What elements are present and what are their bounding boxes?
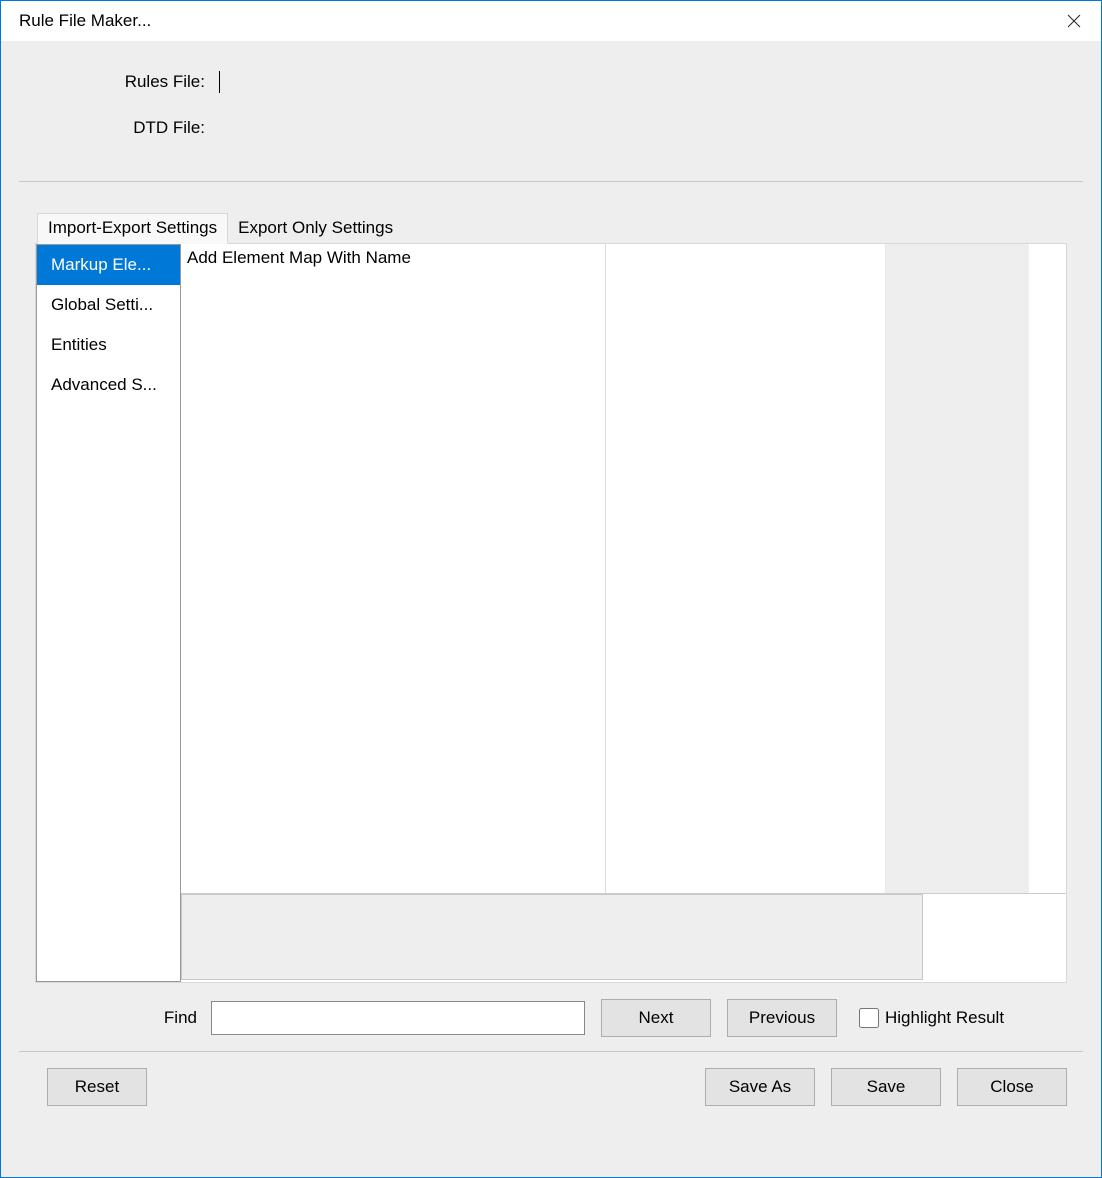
main-panel: Markup Ele... Global Setti... Entities A… xyxy=(35,243,1067,983)
find-previous-button[interactable]: Previous xyxy=(727,999,837,1037)
header-fields: Rules File: DTD File: xyxy=(1,41,1101,181)
client-area: Rules File: DTD File: Import-Export Sett… xyxy=(1,41,1101,1177)
window-title: Rule File Maker... xyxy=(19,11,151,31)
dtd-file-label: DTD File: xyxy=(1,118,211,138)
dtd-file-row: DTD File: xyxy=(1,113,1101,143)
save-button[interactable]: Save xyxy=(831,1068,941,1106)
find-next-button[interactable]: Next xyxy=(601,999,711,1037)
rules-file-label: Rules File: xyxy=(1,72,211,92)
window-close-button[interactable] xyxy=(1047,1,1101,41)
sidebar-item-entities[interactable]: Entities xyxy=(37,325,180,365)
highlight-result-wrapper[interactable]: Highlight Result xyxy=(855,1005,1004,1031)
text-cursor xyxy=(219,71,220,93)
sidebar-item-advanced-settings[interactable]: Advanced S... xyxy=(37,365,180,405)
find-bar: Find Next Previous Highlight Result xyxy=(1,983,1101,1051)
tab-strip: Import-Export Settings Export Only Setti… xyxy=(37,212,1101,243)
close-icon xyxy=(1067,14,1081,28)
reset-button[interactable]: Reset xyxy=(47,1068,147,1106)
sidebar-item-global-settings[interactable]: Global Setti... xyxy=(37,285,180,325)
table-scroll-gutter xyxy=(886,244,1029,893)
find-input[interactable] xyxy=(211,1001,585,1035)
sidebar-item-markup-elements[interactable]: Markup Ele... xyxy=(37,245,180,285)
separator xyxy=(19,181,1083,182)
table-column-value xyxy=(606,244,886,893)
tab-export-only[interactable]: Export Only Settings xyxy=(228,214,403,243)
find-label: Find xyxy=(1,1008,211,1028)
bottom-bar: Reset Save As Save Close xyxy=(1,1052,1101,1130)
table-column-name: Add Element Map With Name xyxy=(181,244,606,893)
table-area: Add Element Map With Name xyxy=(181,244,1066,982)
rules-file-row: Rules File: xyxy=(1,67,1101,97)
detail-pane xyxy=(181,894,923,980)
title-bar: Rule File Maker... xyxy=(1,1,1101,41)
table-grid[interactable]: Add Element Map With Name xyxy=(181,244,1066,894)
tab-import-export[interactable]: Import-Export Settings xyxy=(37,213,228,244)
category-sidebar: Markup Ele... Global Setti... Entities A… xyxy=(36,244,181,982)
highlight-result-checkbox[interactable] xyxy=(859,1008,879,1028)
close-button[interactable]: Close xyxy=(957,1068,1067,1106)
save-as-button[interactable]: Save As xyxy=(705,1068,815,1106)
highlight-result-label: Highlight Result xyxy=(885,1008,1004,1028)
